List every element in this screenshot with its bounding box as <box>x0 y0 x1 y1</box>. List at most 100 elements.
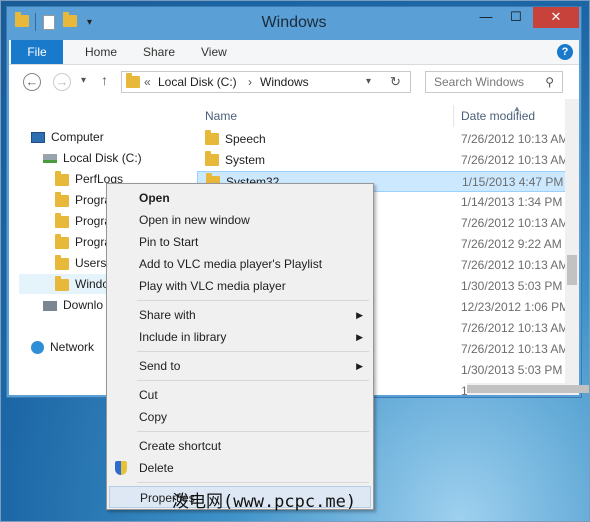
breadcrumb-local-disk[interactable]: Local Disk (C:) <box>158 75 237 89</box>
tab-home[interactable]: Home <box>85 40 117 64</box>
folder-icon <box>55 233 69 249</box>
column-divider <box>453 105 454 127</box>
submenu-arrow-icon: ▶ <box>356 310 363 320</box>
menu-item-cut[interactable]: Cut <box>109 384 371 406</box>
search-placeholder: Search Windows <box>434 75 525 89</box>
tab-share[interactable]: Share <box>143 40 175 64</box>
search-icon[interactable]: ⚲ <box>545 72 554 92</box>
file-name: System <box>205 150 265 171</box>
tree-item-computer[interactable]: Computer <box>31 127 104 147</box>
tab-file[interactable]: File <box>11 40 63 64</box>
file-date: 7/26/2012 9:22 AM <box>461 237 562 251</box>
file-name: Speech <box>205 129 266 150</box>
address-field[interactable]: « Local Disk (C:) › Windows ▾ ↻ <box>121 71 411 93</box>
menu-item-play-with-vlc-media-player[interactable]: Play with VLC media player <box>109 275 371 297</box>
menu-item-copy[interactable]: Copy <box>109 406 371 428</box>
menu-separator <box>137 380 369 381</box>
folder-icon <box>55 212 69 228</box>
file-date: 7/26/2012 10:13 AM <box>461 153 569 167</box>
menu-item-open[interactable]: Open <box>109 187 371 209</box>
scroll-thumb[interactable] <box>467 385 590 393</box>
file-date: 7/26/2012 10:13 AM <box>461 342 569 356</box>
file-date: 7/26/2012 10:13 AM <box>461 321 569 335</box>
search-input[interactable]: Search Windows ⚲ <box>425 71 563 93</box>
menu-item-label: Pin to Start <box>139 235 199 249</box>
menu-separator <box>137 482 369 483</box>
overflow-icon[interactable]: « <box>144 75 151 89</box>
folder-icon <box>126 73 140 91</box>
back-button[interactable]: ← <box>23 73 41 91</box>
menu-separator <box>137 351 369 352</box>
download-drive-icon <box>43 300 57 311</box>
menu-item-share-with[interactable]: Share with ▶ <box>109 304 371 326</box>
menu-item-delete[interactable]: Delete <box>109 457 371 479</box>
address-bar-row: ← → ▾ ↑ « Local Disk (C:) › Windows ▾ ↻ … <box>9 65 579 99</box>
tree-item-users[interactable]: Users <box>55 253 106 273</box>
tab-view[interactable]: View <box>201 40 227 64</box>
folder-icon <box>205 150 219 166</box>
breadcrumb-windows[interactable]: Windows <box>260 75 309 89</box>
minimize-button[interactable]: — <box>471 7 501 28</box>
file-row[interactable]: Speech 7/26/2012 10:13 AM <box>197 129 569 150</box>
file-date: 1/14/2013 1:34 PM <box>461 195 563 209</box>
menu-item-open-in-new-window[interactable]: Open in new window <box>109 209 371 231</box>
refresh-icon[interactable]: ↻ <box>390 74 401 90</box>
vertical-scrollbar[interactable] <box>565 99 579 395</box>
close-button[interactable]: ✕ <box>533 7 579 28</box>
menu-item-create-shortcut[interactable]: Create shortcut <box>109 435 371 457</box>
tree-item-programdata[interactable]: Progra <box>55 232 111 252</box>
menu-item-label: Include in library <box>139 330 227 344</box>
tree-item-local-disk[interactable]: Local Disk (C:) <box>43 148 142 168</box>
file-date: 12/23/2012 1:06 PM <box>461 300 570 314</box>
submenu-arrow-icon: ▶ <box>356 332 363 342</box>
menu-item-label: Copy <box>139 410 168 424</box>
column-header-name[interactable]: Name <box>205 109 237 123</box>
computer-icon <box>31 132 45 144</box>
tree-item-download-drive[interactable]: Downlo <box>43 295 103 315</box>
menu-item-include-in-library[interactable]: Include in library ▶ <box>109 326 371 348</box>
watermark-text: 泼电网(www.pcpc.me) <box>172 492 357 512</box>
file-date: 1/30/2013 5:03 PM <box>461 363 563 377</box>
help-icon[interactable]: ? <box>557 44 573 60</box>
uac-shield-icon <box>115 461 127 475</box>
menu-item-add-to-vlc-media-player-s-playlist[interactable]: Add to VLC media player's Playlist <box>109 253 371 275</box>
folder-icon <box>55 275 69 291</box>
recent-locations-icon[interactable]: ▾ <box>81 75 86 86</box>
context-menu: Open Open in new window Pin to Start Add to… <box>106 183 374 510</box>
up-button[interactable]: ↑ <box>101 72 108 88</box>
menu-item-label: Share with <box>139 308 196 322</box>
file-date: 7/26/2012 10:13 AM <box>461 216 569 230</box>
drive-icon <box>43 154 57 164</box>
breadcrumb-separator[interactable]: › <box>248 75 252 89</box>
menu-item-label: Play with VLC media player <box>139 279 286 293</box>
address-dropdown-icon[interactable]: ▾ <box>366 76 371 87</box>
menu-item-label: Open in new window <box>139 213 250 227</box>
tree-item-network[interactable]: Network <box>31 337 94 357</box>
submenu-arrow-icon: ▶ <box>356 361 363 371</box>
menu-item-label: Delete <box>139 461 174 475</box>
file-date: 1/30/2013 5:03 PM <box>461 279 563 293</box>
folder-icon <box>55 170 69 186</box>
forward-button[interactable]: → <box>53 73 71 91</box>
file-row[interactable]: System 7/26/2012 10:13 AM <box>197 150 569 171</box>
scroll-thumb[interactable] <box>567 255 577 285</box>
folder-icon <box>205 129 219 145</box>
title-bar[interactable]: ▾ Windows — ☐ ✕ <box>7 7 581 39</box>
network-icon <box>31 341 44 355</box>
menu-separator <box>137 431 369 432</box>
menu-item-send-to[interactable]: Send to ▶ <box>109 355 371 377</box>
menu-item-pin-to-start[interactable]: Pin to Start <box>109 231 371 253</box>
menu-item-label: Cut <box>139 388 158 402</box>
column-header-date-modified[interactable]: Date modified <box>461 109 535 123</box>
maximize-button[interactable]: ☐ <box>501 7 531 28</box>
folder-icon <box>55 191 69 207</box>
menu-item-label: Send to <box>139 359 181 373</box>
menu-item-label: Open <box>139 191 170 205</box>
ribbon-tabs: File Home Share View ? <box>9 40 579 65</box>
file-date: 7/26/2012 10:13 AM <box>461 132 569 146</box>
tree-item-program-files-x86[interactable]: Progra <box>55 211 111 231</box>
horizontal-scrollbar[interactable] <box>467 383 590 395</box>
folder-icon <box>55 254 69 270</box>
tree-item-program-files[interactable]: Progra <box>55 190 111 210</box>
menu-item-label: Create shortcut <box>139 439 222 453</box>
